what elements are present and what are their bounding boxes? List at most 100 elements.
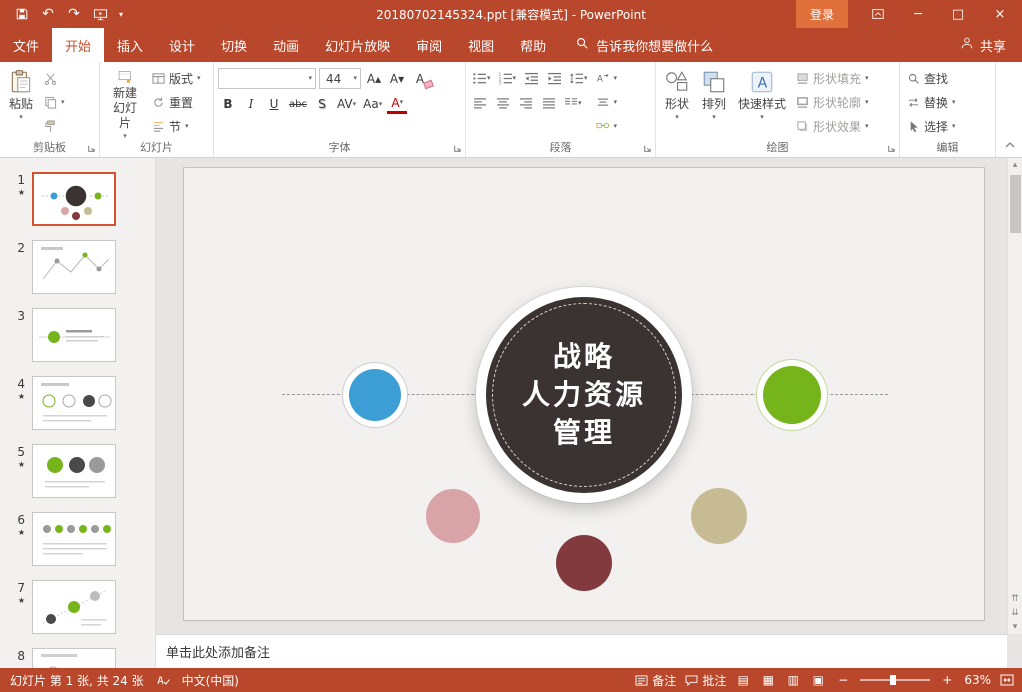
fit-slide-to-window-button[interactable] <box>1000 674 1014 686</box>
layout-button[interactable]: 版式▾ <box>149 68 204 88</box>
scroll-down-arrow-icon[interactable]: ▾ <box>1008 620 1022 634</box>
minimize-button[interactable]: ─ <box>898 0 938 28</box>
tab-insert[interactable]: 插入 <box>104 28 156 62</box>
zoom-slider[interactable] <box>860 679 930 681</box>
slide-canvas[interactable]: 战略 人力资源 管理 <box>184 168 984 620</box>
thumbnail-slide-4[interactable]: 4★ <box>0 376 155 430</box>
strikethrough-button[interactable]: abc <box>287 94 309 114</box>
thumbnail-slide-7[interactable]: 7★ <box>0 580 155 634</box>
slide-sorter-view-button[interactable]: ▦ <box>760 673 776 687</box>
green-circle-shape[interactable] <box>763 366 821 424</box>
new-slide-button[interactable]: 新建幻灯片 ▾ <box>104 65 146 140</box>
align-text-button[interactable]: ▾ <box>593 92 621 112</box>
justify-button[interactable] <box>539 93 559 113</box>
shapes-button[interactable]: 形状 ▾ <box>660 65 694 140</box>
collapse-ribbon-button[interactable] <box>1004 134 1016 153</box>
tab-file[interactable]: 文件 <box>0 28 52 62</box>
italic-button[interactable]: I <box>241 94 261 114</box>
paste-button[interactable]: 粘贴 ▾ <box>4 65 38 140</box>
tab-home[interactable]: 开始 <box>52 28 104 62</box>
align-center-button[interactable] <box>493 93 513 113</box>
ribbon-display-options-button[interactable] <box>858 0 898 28</box>
copy-button[interactable]: ▾ <box>41 92 68 112</box>
font-color-button[interactable]: A▾ <box>387 94 407 114</box>
notes-toggle-button[interactable]: 备注 <box>635 672 676 689</box>
decrease-indent-button[interactable] <box>521 68 541 88</box>
bold-button[interactable]: B <box>218 94 238 114</box>
clear-formatting-button[interactable]: A <box>410 69 430 89</box>
slideshow-view-button[interactable]: ▣ <box>810 673 826 687</box>
bullets-button[interactable]: ▾ <box>470 68 493 88</box>
maximize-button[interactable]: □ <box>938 0 978 28</box>
blue-circle-shape[interactable] <box>349 369 401 421</box>
clipboard-dialog-launcher[interactable] <box>87 144 97 154</box>
thumbnail-slide-1[interactable]: 1★ <box>0 172 155 226</box>
increase-indent-button[interactable] <box>544 68 564 88</box>
tab-design[interactable]: 设计 <box>156 28 208 62</box>
next-slide-button[interactable]: ⇊ <box>1008 606 1022 620</box>
tab-help[interactable]: 帮助 <box>507 28 559 62</box>
main-title-circle[interactable]: 战略 人力资源 管理 <box>476 287 692 503</box>
font-size-combo[interactable]: 44▾ <box>319 68 361 89</box>
dark-red-circle-shape[interactable] <box>556 535 612 591</box>
zoom-out-button[interactable]: − <box>835 673 851 687</box>
thumbnail-slide-8[interactable]: 8 <box>0 648 155 668</box>
thumbnail-slide-2[interactable]: 2 <box>0 240 155 294</box>
spell-check-button[interactable] <box>156 674 170 686</box>
zoom-slider-thumb[interactable] <box>890 675 896 685</box>
normal-view-button[interactable]: ▤ <box>735 673 751 687</box>
shape-effects-button[interactable]: 形状效果▾ <box>793 116 872 136</box>
language-indicator[interactable]: 中文(中国) <box>182 672 239 689</box>
shrink-font-button[interactable]: A▾ <box>387 69 407 89</box>
previous-slide-button[interactable]: ⇈ <box>1008 592 1022 606</box>
grow-font-button[interactable]: A▴ <box>364 69 384 89</box>
font-dialog-launcher[interactable] <box>453 144 463 154</box>
reset-button[interactable]: 重置 <box>149 92 204 112</box>
reading-view-button[interactable]: ▥ <box>785 673 801 687</box>
shape-fill-button[interactable]: 形状填充▾ <box>793 68 872 88</box>
zoom-in-button[interactable]: + <box>939 673 955 687</box>
numbering-button[interactable]: 123▾ <box>496 68 519 88</box>
convert-to-smartart-button[interactable]: ▾ <box>593 116 621 136</box>
tab-transitions[interactable]: 切换 <box>208 28 260 62</box>
arrange-button[interactable]: 排列 ▾ <box>697 65 731 140</box>
underline-button[interactable]: U <box>264 94 284 114</box>
undo-button[interactable]: ↶ <box>36 2 60 26</box>
character-spacing-button[interactable]: AV▾ <box>335 94 358 114</box>
tab-animations[interactable]: 动画 <box>260 28 312 62</box>
align-right-button[interactable] <box>516 93 536 113</box>
tan-circle-shape[interactable] <box>691 488 747 544</box>
line-spacing-button[interactable]: ▾ <box>567 68 590 88</box>
section-button[interactable]: 节▾ <box>149 116 204 136</box>
pink-circle-shape[interactable] <box>426 489 480 543</box>
thumbnail-slide-3[interactable]: 3 <box>0 308 155 362</box>
replace-button[interactable]: 替换▾ <box>904 92 959 112</box>
tab-review[interactable]: 审阅 <box>403 28 455 62</box>
text-shadow-button[interactable]: S <box>312 94 332 114</box>
shape-outline-button[interactable]: 形状轮廓▾ <box>793 92 872 112</box>
vertical-scrollbar[interactable]: ▴ ⇈ ⇊ ▾ <box>1007 158 1022 634</box>
comments-toggle-button[interactable]: 批注 <box>685 672 726 689</box>
save-button[interactable] <box>10 2 34 26</box>
zoom-level[interactable]: 63% <box>964 673 991 687</box>
quick-styles-button[interactable]: A 快速样式 ▾ <box>734 65 790 140</box>
change-case-button[interactable]: Aa▾ <box>361 94 384 114</box>
redo-button[interactable]: ↷ <box>62 2 86 26</box>
find-button[interactable]: 查找 <box>904 68 959 88</box>
select-button[interactable]: 选择▾ <box>904 116 959 136</box>
columns-button[interactable]: ▾ <box>562 93 584 113</box>
paragraph-dialog-launcher[interactable] <box>643 144 653 154</box>
text-direction-button[interactable]: A▾ <box>593 68 621 88</box>
tell-me-search[interactable]: 告诉我你想要做什么 <box>575 28 713 62</box>
scrollbar-thumb[interactable] <box>1010 175 1021 233</box>
tab-view[interactable]: 视图 <box>455 28 507 62</box>
tab-slideshow[interactable]: 幻灯片放映 <box>312 28 403 62</box>
drawing-dialog-launcher[interactable] <box>887 144 897 154</box>
login-button[interactable]: 登录 <box>796 0 848 28</box>
align-left-button[interactable] <box>470 93 490 113</box>
thumbnail-slide-6[interactable]: 6★ <box>0 512 155 566</box>
share-button[interactable]: 共享 <box>960 28 1022 62</box>
customize-qat-caret-icon[interactable]: ▾ <box>114 2 128 26</box>
close-button[interactable]: × <box>978 0 1022 28</box>
cut-button[interactable] <box>41 68 68 88</box>
